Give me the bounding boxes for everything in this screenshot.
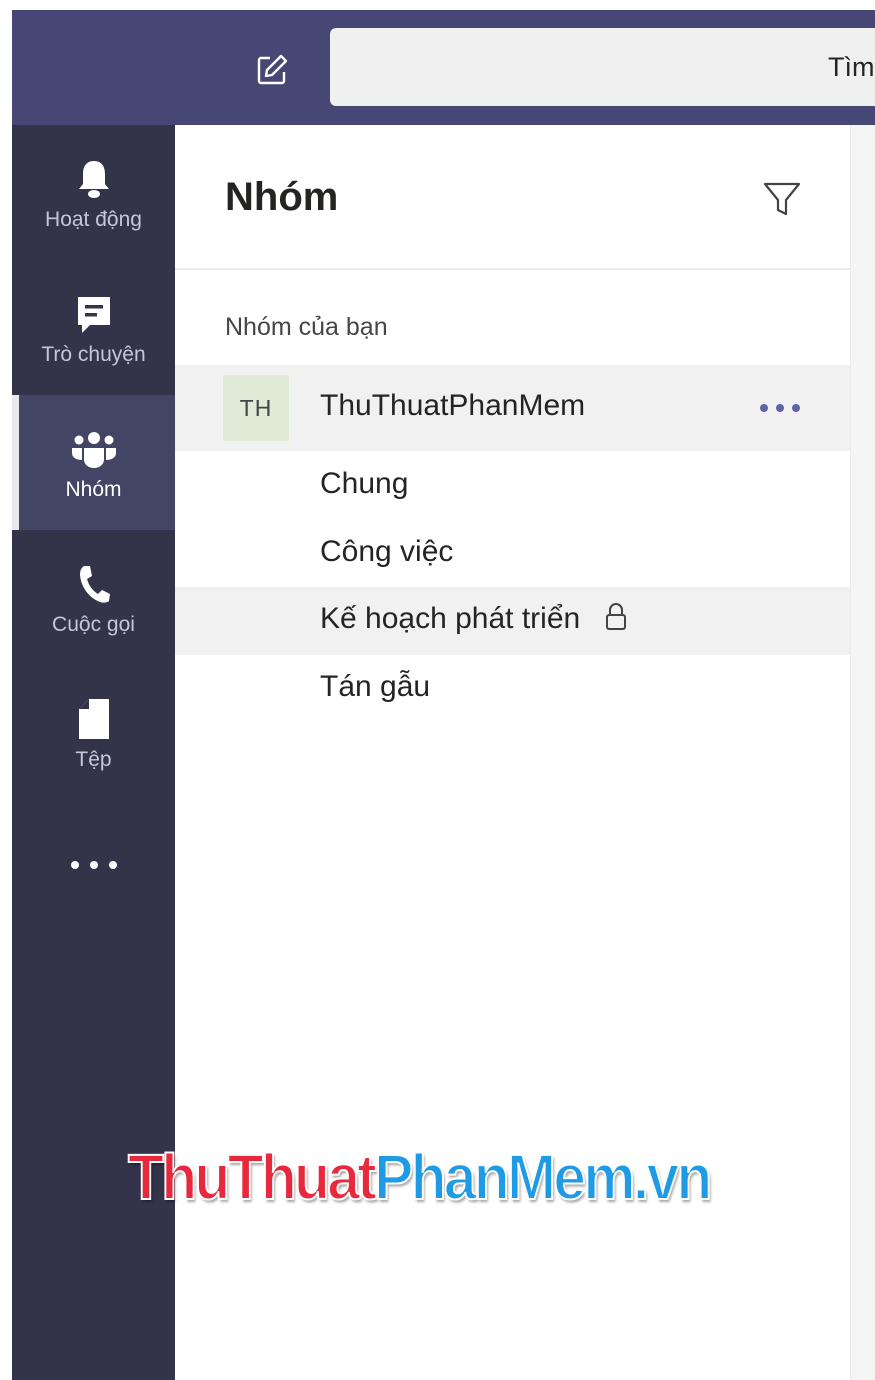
rail-item-teams[interactable]: Nhóm (12, 395, 175, 530)
watermark-part-red: ThuThuat (127, 1140, 378, 1214)
file-icon (78, 698, 109, 739)
phone-icon (79, 565, 110, 603)
search-input[interactable] (330, 28, 875, 106)
channel-item[interactable]: Chung (175, 452, 850, 520)
team-avatar: TH (223, 375, 289, 441)
channel-name: Kế hoạch phát triển (320, 602, 581, 635)
watermark-part-blue: PhanMem.vn (373, 1140, 713, 1214)
more-horizontal-icon (760, 404, 800, 412)
team-more-options-button[interactable] (755, 391, 805, 425)
compose-button[interactable] (242, 40, 302, 100)
rail-more-button[interactable] (12, 825, 175, 905)
search-box[interactable] (330, 28, 875, 106)
lock-icon (606, 603, 627, 631)
rail-label: Trò chuyện (41, 342, 146, 366)
channel-name: Công việc (320, 535, 454, 568)
filter-button[interactable] (760, 177, 804, 221)
rail-label: Hoạt động (45, 207, 142, 231)
channel-item[interactable]: Công việc (175, 520, 850, 588)
team-name: ThuThuatPhanMem (320, 389, 586, 422)
more-horizontal-icon (70, 861, 117, 869)
page-title: Nhóm (225, 175, 339, 219)
channel-name: Tán gẫu (320, 670, 431, 703)
channel-item[interactable]: Tán gẫu (175, 655, 850, 723)
section-label: Nhóm của bạn (225, 313, 388, 341)
rail-item-activity[interactable]: Hoạt động (12, 125, 175, 260)
content-area-edge (850, 125, 875, 1380)
top-bar (12, 10, 875, 125)
rail-label: Cuộc gọi (52, 612, 135, 636)
bell-icon (78, 160, 109, 198)
chat-icon (77, 296, 110, 333)
compose-icon (257, 54, 288, 85)
window-edge (0, 0, 12, 1380)
channel-name: Chung (320, 467, 409, 500)
rail-item-files[interactable]: Tệp (12, 665, 175, 800)
panel-header: Nhóm (175, 125, 850, 270)
rail-item-chat[interactable]: Trò chuyện (12, 260, 175, 395)
teams-icon (71, 431, 116, 468)
rail-label: Nhóm (65, 477, 122, 501)
channel-name-wrap: Kế hoạch phát triển (320, 602, 628, 636)
team-row[interactable]: TH ThuThuatPhanMem (175, 365, 850, 451)
rail-item-calls[interactable]: Cuộc gọi (12, 530, 175, 665)
watermark-logo: ThuThuatPhanMem.vn (127, 1140, 713, 1220)
channel-item-private[interactable]: Kế hoạch phát triển (175, 587, 850, 655)
rail-label: Tệp (75, 747, 112, 771)
filter-icon (763, 182, 801, 216)
